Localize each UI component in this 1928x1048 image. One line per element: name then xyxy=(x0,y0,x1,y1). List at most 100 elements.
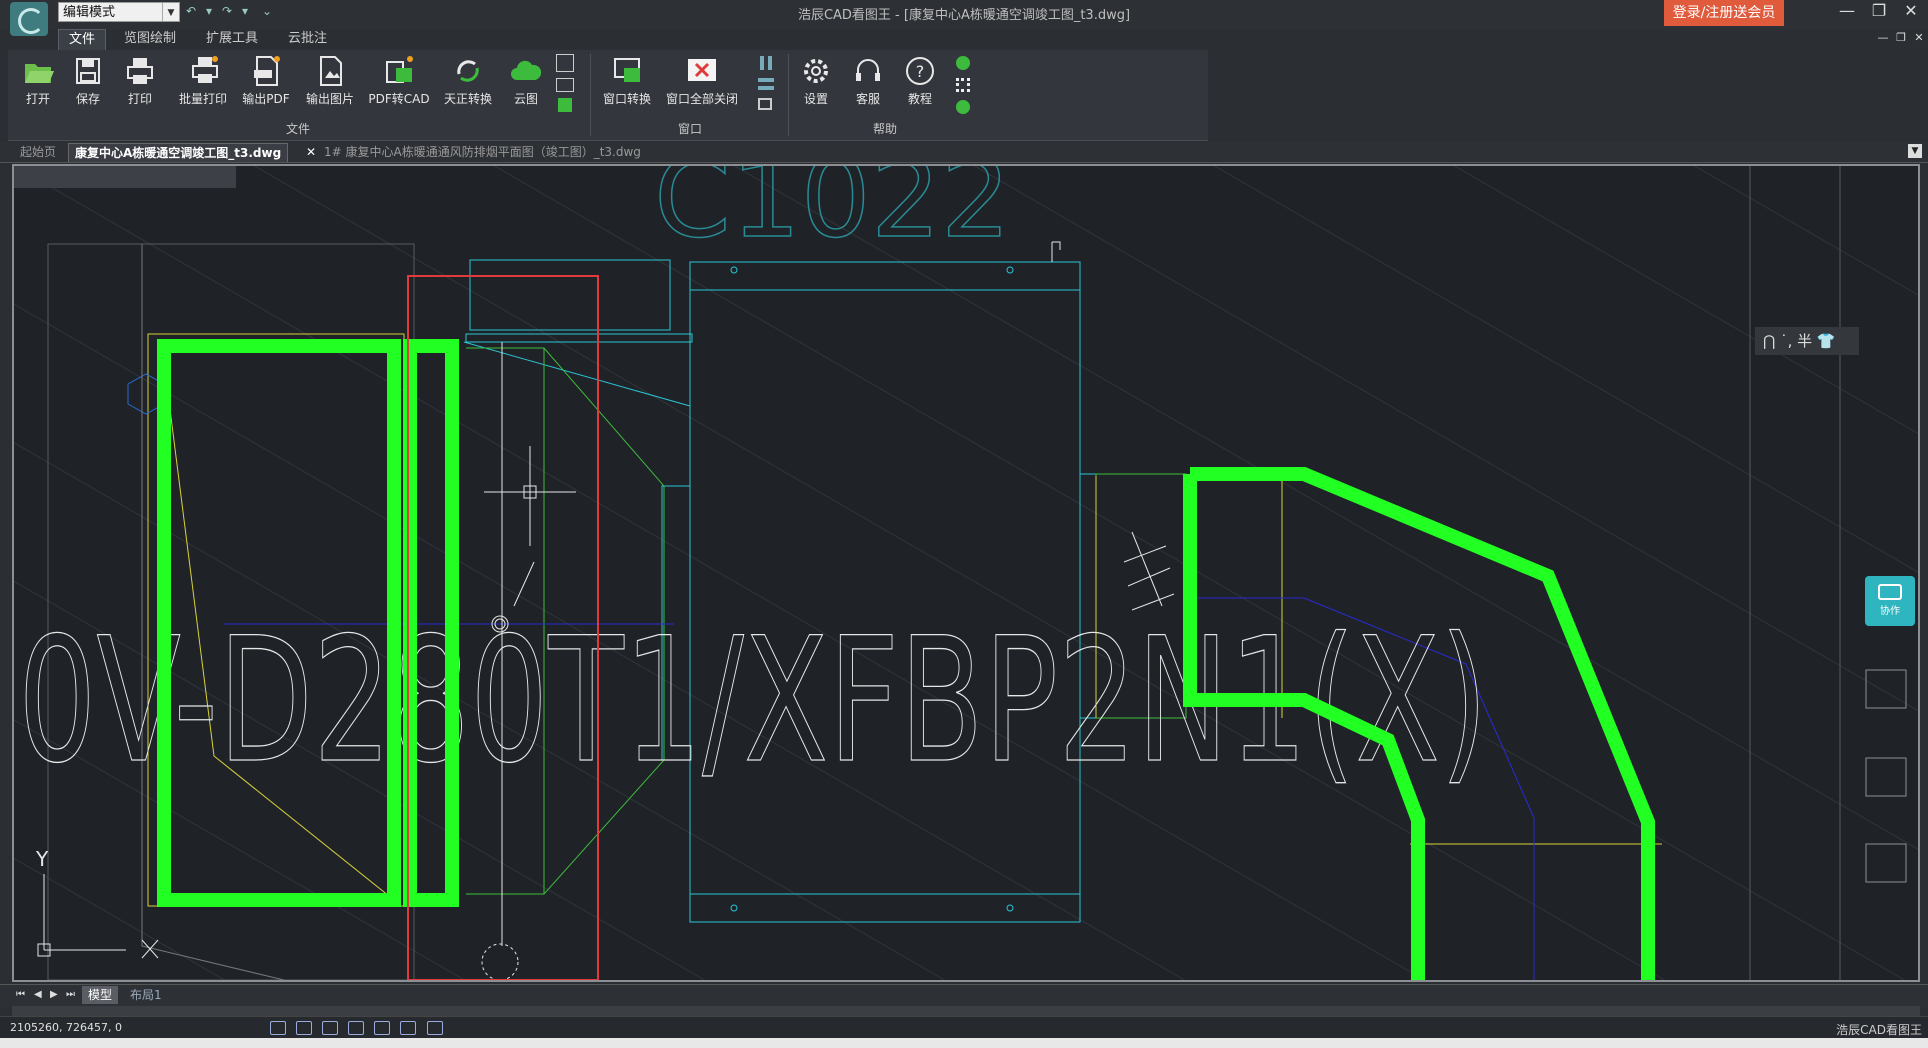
zoom-toggle-icon[interactable] xyxy=(322,1021,339,1035)
headset-icon xyxy=(856,59,880,81)
save-button[interactable]: 保存 xyxy=(68,54,108,107)
pdf-to-cad-button[interactable]: PDF转CAD xyxy=(368,54,430,107)
tab-other-drawing[interactable]: 1# 康复中心A栋暖通通风防排烟平面图（竣工图）_t3.dwg xyxy=(318,143,647,161)
export-image-label: 输出图片 xyxy=(305,92,354,106)
menu-cloud-annotation[interactable]: 云批注 xyxy=(278,29,337,49)
tab-layout1[interactable]: 布局1 xyxy=(124,986,168,1004)
settings-label: 设置 xyxy=(803,92,828,106)
doc-close-icon[interactable]: ✕ xyxy=(1904,27,1928,51)
tile-horizontal-icon[interactable] xyxy=(758,78,774,90)
menu-file[interactable]: 文件 xyxy=(58,29,107,50)
snap-toggle-icon[interactable] xyxy=(270,1021,286,1035)
restore-icon[interactable]: ❐ xyxy=(1864,0,1894,24)
pdf-to-cad-label: PDF转CAD xyxy=(368,92,430,106)
grid-toggle-icon[interactable] xyxy=(296,1021,313,1035)
small-green-doc-icon[interactable] xyxy=(558,98,572,112)
batch-print-icon xyxy=(192,56,218,83)
status-brand: 浩辰CAD看图王 xyxy=(1836,1023,1922,1037)
export-pdf-button[interactable]: 输出PDF xyxy=(240,54,292,107)
menu-extensions[interactable]: 扩展工具 xyxy=(196,29,268,49)
menu-view-draw[interactable]: 览图绘制 xyxy=(114,29,186,49)
status-toggles xyxy=(270,1020,448,1039)
collaborate-button[interactable]: 协作 xyxy=(1865,576,1915,626)
support-button[interactable]: 客服 xyxy=(848,54,888,107)
help-group-label: 帮助 xyxy=(872,122,897,136)
export-image-button[interactable]: 输出图片 xyxy=(300,54,360,107)
window-close-all-icon xyxy=(688,59,716,81)
fullscreen-icon[interactable] xyxy=(426,1021,443,1035)
svg-text:?: ? xyxy=(916,62,925,81)
window-switch-button[interactable]: 窗口转换 xyxy=(598,54,656,107)
small-doc-icon[interactable] xyxy=(556,54,574,72)
first-tab-icon[interactable]: ⏮ xyxy=(16,989,25,1000)
window-switch-label: 窗口转换 xyxy=(602,92,651,106)
cloud-label: 云图 xyxy=(513,92,538,106)
ortho-toggle-icon[interactable] xyxy=(348,1021,365,1035)
small-layers-icon[interactable] xyxy=(556,78,574,92)
window-close-all-label: 窗口全部关闭 xyxy=(665,92,738,106)
login-register-button[interactable]: 登录/注册送会员 xyxy=(1664,0,1784,26)
print-icon xyxy=(127,58,153,84)
tangent-convert-button[interactable]: 天正转换 xyxy=(438,54,498,107)
cloud-icon xyxy=(511,60,542,80)
apps-grid-icon[interactable] xyxy=(956,78,970,92)
status-bar: 2105260, 726457, 0 浩辰CAD看图王 xyxy=(0,1016,1928,1039)
print-button[interactable]: 打印 xyxy=(120,54,160,107)
batch-print-button[interactable]: 批量打印 xyxy=(174,54,232,107)
menu-bar: 文件 览图绘制 扩展工具 云批注 — ❐ ✕ xyxy=(0,27,1928,51)
taskbar-strip xyxy=(0,1038,1928,1048)
ribbon-separator xyxy=(788,54,789,136)
floating-toolbar[interactable]: ⋂ ˙, 半 👕 xyxy=(1755,327,1859,355)
open-label: 打开 xyxy=(25,92,50,106)
window-group-label: 窗口 xyxy=(677,122,702,136)
collaborate-label: 协作 xyxy=(1880,606,1900,617)
gear-icon xyxy=(804,59,828,83)
horizontal-scrollbar[interactable] xyxy=(12,1006,1920,1016)
save-icon xyxy=(76,58,100,84)
print-label: 打印 xyxy=(127,92,152,106)
online-icon[interactable] xyxy=(956,56,970,70)
layout-tab-bar: ⏮ ◀ ▶ ⏭ 模型 布局1 xyxy=(0,984,1928,1007)
tutorial-button[interactable]: ? 教程 xyxy=(900,54,940,107)
ucs-y-label: Y xyxy=(35,847,49,871)
minimize-icon[interactable]: — xyxy=(1832,0,1862,24)
open-button[interactable]: 打开 xyxy=(18,54,58,107)
cad-drawing: C1022 Y 0V-D280T1/XFBP2N1(X) xyxy=(14,166,1918,980)
image-export-icon xyxy=(320,56,342,86)
window-close-all-button[interactable]: 窗口全部关闭 xyxy=(660,54,744,107)
tile-vertical-icon[interactable] xyxy=(760,56,772,70)
tangent-convert-label: 天正转换 xyxy=(443,92,492,106)
ribbon: 打开 保存 打印 批量打印 输出PDF 输出图片 PDF转CAD 天正转换 云图… xyxy=(8,50,1208,141)
top-label-text: C1022 xyxy=(654,166,1011,262)
tab-start-page[interactable]: 起始页 xyxy=(14,143,62,161)
next-tab-icon[interactable]: ▶ xyxy=(50,989,58,1000)
osnap-toggle-icon[interactable] xyxy=(374,1021,391,1035)
cursor-coordinates: 2105260, 726457, 0 xyxy=(10,1021,122,1034)
settings-button[interactable]: 设置 xyxy=(796,54,836,107)
prev-tab-icon[interactable]: ◀ xyxy=(34,989,42,1000)
drawing-canvas[interactable]: C1022 Y 0V-D280T1/XFBP2N1(X) ⋂ ˙, 半 👕 协作 xyxy=(12,164,1920,982)
info-icon[interactable] xyxy=(956,100,970,114)
polar-toggle-icon[interactable] xyxy=(400,1021,417,1035)
close-icon[interactable]: ✕ xyxy=(1896,0,1926,24)
tutorial-label: 教程 xyxy=(907,92,932,106)
chat-icon xyxy=(1878,584,1902,600)
support-label: 客服 xyxy=(855,92,880,106)
floating-toolbar-label: ⋂ ˙, 半 👕 xyxy=(1763,332,1836,350)
ribbon-separator xyxy=(590,54,591,136)
tabs-dropdown-icon[interactable]: ▼ xyxy=(1908,144,1922,158)
file-group-label: 文件 xyxy=(285,122,310,136)
cascade-icon[interactable] xyxy=(758,98,772,110)
tangent-convert-icon xyxy=(457,60,479,82)
export-pdf-label: 输出PDF xyxy=(242,92,290,106)
batch-print-label: 批量打印 xyxy=(178,92,227,106)
pdf-to-cad-icon xyxy=(386,56,413,83)
tab-model[interactable]: 模型 xyxy=(82,986,119,1004)
title-bar: 编辑模式 ▼ ↶ ▾ ↷ ▾ ⌄ 浩辰CAD看图王 - [康复中心A栋暖通空调竣… xyxy=(0,0,1928,36)
document-tab-bar: 起始页 康复中心A栋暖通空调竣工图_t3.dwg ✕ 1# 康复中心A栋暖通通风… xyxy=(0,142,1928,163)
window-title: 浩辰CAD看图王 - [康复中心A栋暖通空调竣工图_t3.dwg] xyxy=(797,8,1131,23)
tab-current-drawing[interactable]: 康复中心A栋暖通空调竣工图_t3.dwg xyxy=(68,143,289,162)
cloud-button[interactable]: 云图 xyxy=(506,54,546,107)
last-tab-icon[interactable]: ⏭ xyxy=(66,989,75,1000)
window-switch-icon xyxy=(614,58,640,82)
